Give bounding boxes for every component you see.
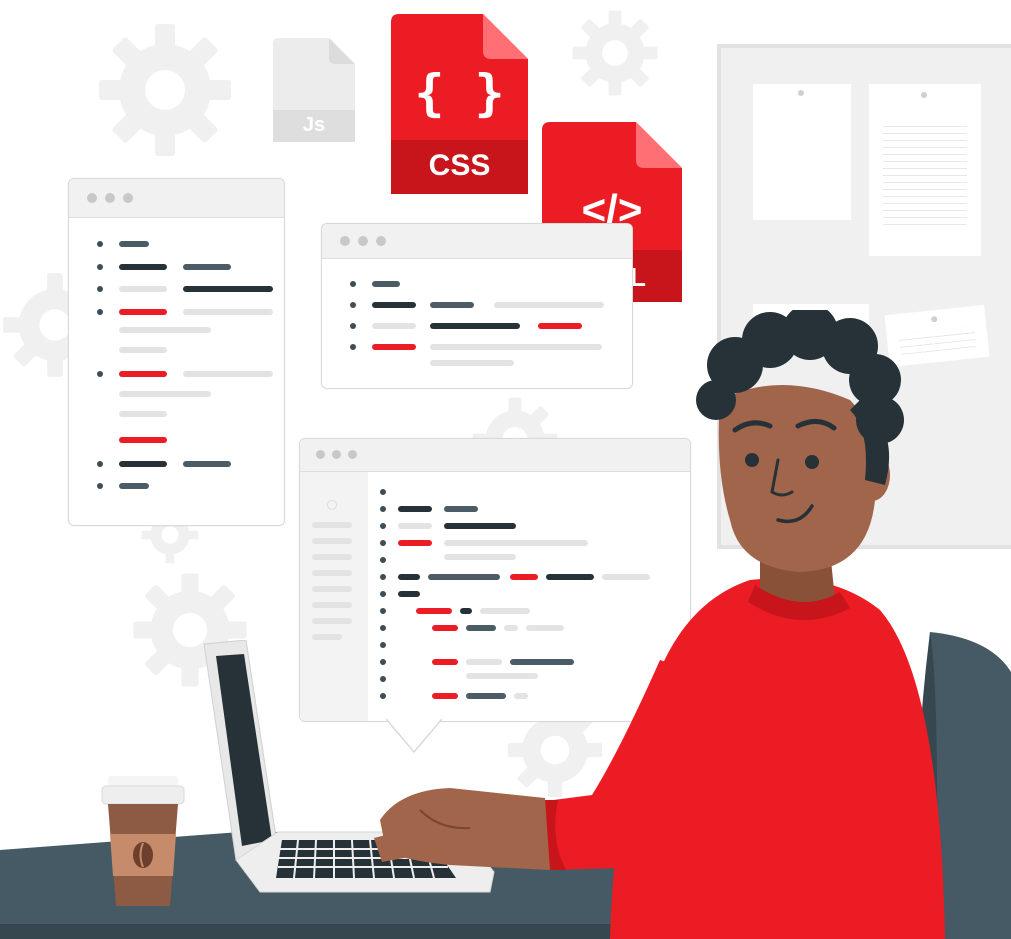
developer-person	[360, 310, 960, 939]
window-dot-icon	[348, 450, 357, 459]
window-dot-icon	[340, 236, 350, 246]
coffee-cup-icon	[100, 776, 186, 906]
note-paper	[753, 84, 851, 220]
window-dot-icon	[123, 193, 133, 203]
window-dot-icon	[316, 450, 325, 459]
css-file-label: CSS	[428, 149, 491, 182]
js-file-icon: Js	[273, 38, 355, 142]
window-titlebar	[69, 179, 284, 218]
css-braces-icon: { }	[414, 64, 505, 122]
window-titlebar	[322, 224, 632, 259]
window-dot-icon	[376, 236, 386, 246]
window-dot-icon	[332, 450, 341, 459]
window-dot-icon	[87, 193, 97, 203]
gear-icon	[572, 10, 658, 96]
gear-icon	[99, 24, 231, 156]
html-file-label: L	[630, 262, 646, 292]
js-file-label: Js	[302, 114, 326, 136]
window-dot-icon	[358, 236, 368, 246]
css-file-icon: { } CSS	[391, 14, 528, 194]
note-paper	[869, 84, 981, 256]
code-window-left	[68, 178, 285, 526]
window-dot-icon	[105, 193, 115, 203]
